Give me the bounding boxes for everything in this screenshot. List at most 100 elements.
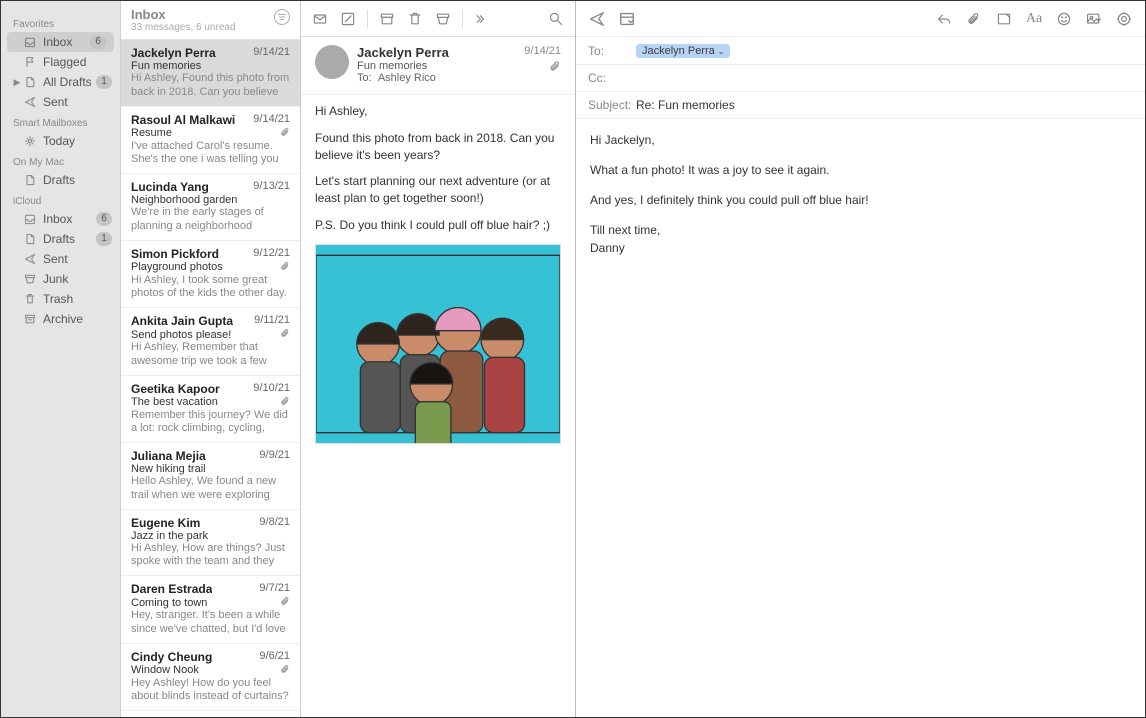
sidebar-item-inbox[interactable]: Inbox6	[7, 32, 114, 52]
message-preview: I've attached Carol's resume. She's the …	[131, 140, 290, 168]
cc-field[interactable]: Cc:	[576, 65, 1145, 92]
attachment-icon	[280, 127, 290, 140]
compose-line: Hi Jackelyn,	[590, 131, 1131, 149]
sidebar-item-drafts[interactable]: Drafts1	[1, 229, 120, 249]
sidebar-item-junk[interactable]: Junk	[1, 269, 120, 289]
sender-name: Jackelyn Perra	[357, 45, 524, 60]
message-date: 9/6/21	[259, 650, 290, 664]
message-subject: Playground photos	[131, 261, 223, 273]
message-row[interactable]: Rasoul Al Malkawi9/14/21ResumeI've attac…	[121, 107, 300, 175]
subject-field[interactable]: Subject: Re: Fun memories	[576, 92, 1145, 119]
search-icon[interactable]	[547, 10, 565, 28]
to-field[interactable]: To: Jackelyn Perra⌄	[576, 37, 1145, 65]
compose-icon[interactable]	[339, 10, 357, 28]
sidebar-item-sent[interactable]: Sent	[1, 92, 120, 112]
message-subject: Window Nook	[131, 664, 199, 676]
message-row[interactable]: Greg Crane9/6/21New ways to take your ph…	[121, 711, 300, 717]
count-badge: 1	[96, 75, 112, 89]
sidebar-item-sent[interactable]: Sent	[1, 249, 120, 269]
sent-icon	[23, 95, 37, 109]
message-row[interactable]: Simon Pickford9/12/21Playground photosHi…	[121, 241, 300, 309]
archive-icon[interactable]	[378, 10, 396, 28]
message-date: 9/14/21	[253, 113, 290, 127]
sidebar-section-title: On My Mac	[1, 151, 120, 170]
doc-icon	[23, 232, 37, 246]
sidebar-item-drafts[interactable]: Drafts	[1, 170, 120, 190]
compose-line: Till next time,	[590, 221, 1131, 239]
to-label: To:	[588, 44, 636, 58]
body-line: P.S. Do you think I could pull off blue …	[315, 217, 561, 234]
message-date: 9/11/21	[254, 314, 290, 328]
doc-icon	[23, 173, 37, 187]
junk-icon[interactable]	[434, 10, 452, 28]
message-date: 9/14/21	[253, 46, 290, 60]
emoji-icon[interactable]	[1055, 10, 1073, 28]
sidebar-item-label: Flagged	[43, 55, 112, 69]
recipient-pill[interactable]: Jackelyn Perra⌄	[636, 44, 730, 58]
compose-body[interactable]: Hi Jackelyn, What a fun photo! It was a …	[576, 119, 1145, 281]
subject-label: Subject:	[588, 98, 636, 112]
filter-button[interactable]	[274, 9, 290, 25]
message-subject: Send photos please!	[131, 329, 231, 341]
message-row[interactable]: Geetika Kapoor9/10/21The best vacationRe…	[121, 376, 300, 444]
sidebar-item-inbox[interactable]: Inbox6	[1, 209, 120, 229]
message-preview: We're in the early stages of planning a …	[131, 206, 290, 234]
sidebar-item-today[interactable]: Today	[1, 131, 120, 151]
message-list-pane: Inbox 33 messages, 6 unread Jackelyn Per…	[121, 1, 301, 717]
sidebar-section-title: Favorites	[1, 13, 120, 32]
inbox-icon	[23, 35, 37, 49]
font-icon[interactable]: Aa	[1025, 10, 1043, 28]
disclosure-icon[interactable]: ▶	[13, 77, 21, 88]
message-row[interactable]: Jackelyn Perra9/14/21Fun memoriesHi Ashl…	[121, 40, 300, 107]
photo-browser-icon[interactable]	[1085, 10, 1103, 28]
header-fields-button[interactable]	[618, 10, 636, 28]
sidebar-item-all-drafts[interactable]: ▶All Drafts1	[1, 72, 120, 92]
sidebar-item-label: Inbox	[43, 212, 96, 226]
message-from: Lucinda Yang	[131, 180, 209, 194]
reply-icon[interactable]	[311, 10, 329, 28]
message-date: 9/8/21	[259, 516, 290, 530]
message-row[interactable]: Ankita Jain Gupta 9/11/21 Send photos plea…	[121, 308, 300, 376]
sidebar-item-flagged[interactable]: Flagged	[1, 52, 120, 72]
archive-icon	[23, 312, 37, 326]
message-date: 9/10/21	[253, 382, 290, 396]
more-icon[interactable]	[473, 10, 491, 28]
reading-pane: Jackelyn Perra Fun memories To: Ashley R…	[301, 1, 576, 717]
compose-toolbar: Aa	[576, 1, 1145, 37]
body-line: Let's start planning our next adventure …	[315, 173, 561, 207]
sidebar-item-label: Today	[43, 134, 112, 148]
sidebar-item-label: Junk	[43, 272, 112, 286]
message-row[interactable]: Cindy Cheung9/6/21Window NookHey Ashley!…	[121, 644, 300, 712]
attachment-icon	[524, 60, 561, 75]
trash-icon[interactable]	[406, 10, 424, 28]
sidebar-item-archive[interactable]: Archive	[1, 309, 120, 329]
message-preview: Hello Ashley, We found a new trail when …	[131, 475, 290, 503]
message-preview: Remember this journey? We did a lot: roc…	[131, 409, 290, 437]
message-body: Hi Ashley, Found this photo from back in…	[301, 95, 575, 452]
message-from: Geetika Kapoor	[131, 382, 220, 396]
link-icon[interactable]	[1115, 10, 1133, 28]
subject-value[interactable]: Re: Fun memories	[636, 98, 1133, 112]
reading-toolbar	[301, 1, 575, 37]
attachment-icon	[280, 596, 290, 609]
reply-arrow-icon[interactable]	[935, 10, 953, 28]
mailbox-title: Inbox	[131, 7, 274, 22]
format-card-icon[interactable]	[995, 10, 1013, 28]
message-from: Eugene Kim	[131, 516, 200, 530]
attach-icon[interactable]	[965, 10, 983, 28]
message-row[interactable]: Juliana Mejia9/9/21New hiking trailHello…	[121, 443, 300, 510]
attached-photo[interactable]	[315, 244, 561, 444]
send-button[interactable]	[588, 10, 606, 28]
mailbox-header: Inbox 33 messages, 6 unread	[121, 1, 300, 40]
message-list[interactable]: Jackelyn Perra9/14/21Fun memoriesHi Ashl…	[121, 40, 300, 717]
sidebar-item-trash[interactable]: Trash	[1, 289, 120, 309]
message-row[interactable]: Lucinda Yang9/13/21Neighborhood gardenWe…	[121, 174, 300, 241]
compose-line: What a fun photo! It was a joy to see it…	[590, 161, 1131, 179]
message-row[interactable]: Daren Estrada9/7/21Coming to townHey, st…	[121, 576, 300, 644]
message-subject: Coming to town	[131, 597, 207, 609]
message-row[interactable]: Eugene Kim9/8/21Jazz in the parkHi Ashle…	[121, 510, 300, 577]
message-preview: Hi Ashley, How are things? Just spoke wi…	[131, 542, 290, 570]
message-from: Ankita Jain Gupta	[131, 314, 233, 328]
trash-icon	[23, 292, 37, 306]
sender-avatar	[315, 45, 349, 79]
